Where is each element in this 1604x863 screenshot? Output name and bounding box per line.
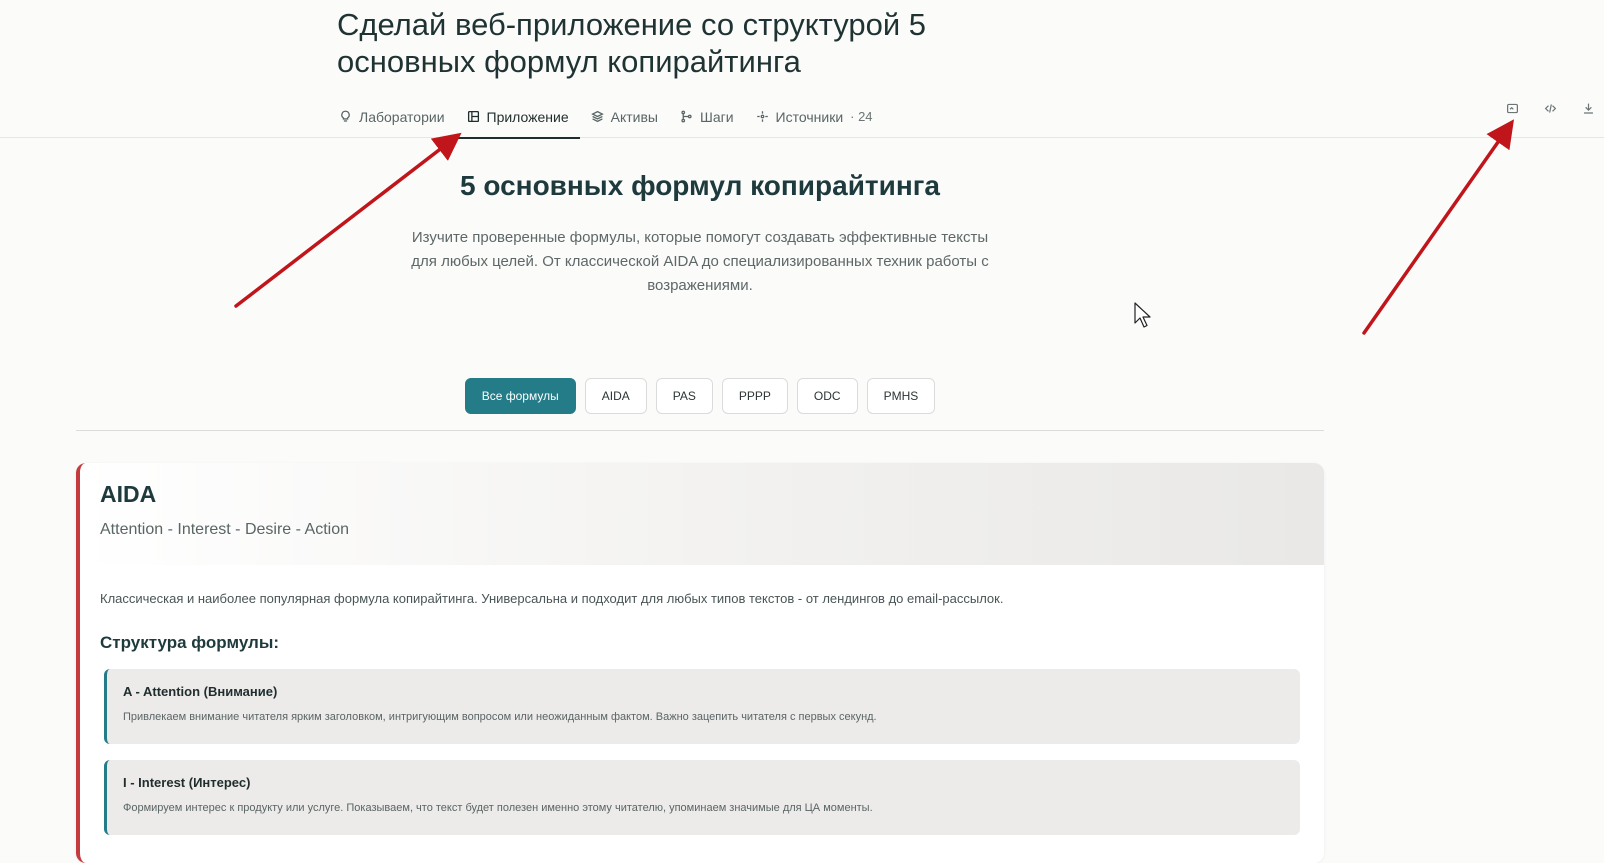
formula-card-aida: AIDA Attention - Interest - Desire - Act… [76,463,1324,863]
bulb-icon [341,110,350,122]
tab-label: Источники [775,108,844,125]
filter-pmhs-button[interactable]: PMHS [866,378,936,414]
filter-pppp-button[interactable]: PPPP [721,378,788,414]
filter-bar: Все формулы AIDA PAS PPPP ODC PMHS [76,378,1324,414]
code-icon[interactable] [1542,100,1558,116]
tab-app[interactable]: Приложение [455,95,580,139]
tab-label: Активы [610,108,658,125]
card-description: Классическая и наиболее популярная форму… [100,591,1004,606]
divider [76,430,1324,431]
filter-pas-button[interactable]: PAS [655,378,713,414]
card-header: AIDA Attention - Interest - Desire - Act… [80,463,1324,565]
mouse-cursor-icon [1134,302,1151,328]
sources-count: · 24 [850,109,873,124]
tab-label: Шаги [700,108,734,125]
step-title: I - Interest (Интерес) [123,775,251,790]
preview-icon[interactable] [1504,100,1520,116]
layers-icon [590,110,604,123]
card-title: AIDA [100,481,157,507]
tab-assets[interactable]: Активы [580,95,669,138]
annotation-arrow-preview [1362,119,1515,335]
filter-all-button[interactable]: Все формулы [464,378,576,414]
top-actions [1504,100,1596,116]
tab-labs[interactable]: Лаборатории [337,95,456,138]
formula-step: A - Attention (Внимание) Привлекаем вним… [104,669,1300,744]
page-title: Сделай веб-приложение со структурой 5 ос… [337,7,927,79]
tab-label: Лаборатории [359,108,445,125]
tab-bar: Лаборатории Приложение Активы Шаги Источ… [337,95,884,139]
step-text: Формируем интерес к продукту или услуге.… [123,802,873,814]
app-subtitle: Изучите проверенные формулы, которые пом… [411,229,989,294]
top-bar: Сделай веб-приложение со структурой 5 ос… [0,0,1604,139]
structure-heading: Структура формулы: [100,633,280,652]
steps-icon [681,110,692,123]
app-icon [467,110,479,123]
sources-icon [756,111,768,122]
filter-aida-button[interactable]: AIDA [584,378,647,414]
tab-steps[interactable]: Шаги [669,95,745,138]
step-text: Привлекаем внимание читателя ярким загол… [123,711,877,723]
step-title: A - Attention (Внимание) [123,684,278,699]
app-title: 5 основных формул копирайтинга [460,170,940,201]
tab-sources[interactable]: Источники · 24 [745,95,884,138]
tab-label: Приложение [486,108,569,125]
formula-step: I - Interest (Интерес) Формируем интерес… [104,760,1300,835]
filter-odc-button[interactable]: ODC [796,378,858,414]
download-icon[interactable] [1580,100,1596,116]
card-expansion: Attention - Interest - Desire - Action [100,521,349,538]
